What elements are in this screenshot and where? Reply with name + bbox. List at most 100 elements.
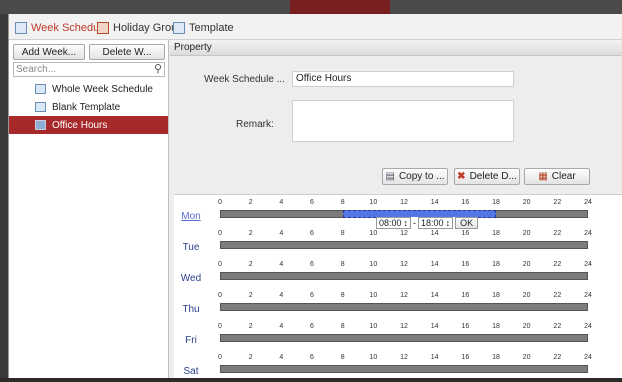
hour-tick-label: 14: [430, 261, 439, 268]
hour-tick-label: 8: [340, 261, 345, 268]
delete-duration-label: Delete D...: [469, 171, 517, 182]
hour-tick-label: 18: [492, 199, 500, 206]
time-bar[interactable]: [220, 303, 588, 311]
hour-tick-label: 14: [430, 354, 439, 361]
spinner-icon[interactable]: ↕: [446, 218, 451, 228]
hour-tick-label: 10: [369, 261, 378, 268]
time-ruler: 0 2 4 6 8 10 12 14 16 18 20 22 24: [218, 261, 592, 289]
remark-input[interactable]: [292, 100, 514, 142]
time-bar[interactable]: [220, 272, 588, 280]
schedule-icon: [35, 120, 46, 130]
hour-tick-label: 6: [310, 292, 314, 299]
hour-tick-label: 8: [340, 230, 345, 237]
search-placeholder: Search...: [16, 64, 57, 75]
remark-label: Remark:: [236, 119, 274, 130]
calendar-icon: [15, 22, 27, 34]
clear-button[interactable]: ▦ Clear: [524, 168, 590, 185]
hour-tick-label: 4: [279, 230, 284, 237]
start-time-value: 08:00: [379, 218, 402, 228]
hour-tick-label: 14: [430, 323, 439, 330]
delete-week-button[interactable]: Delete W...: [89, 44, 165, 60]
hour-tick-label: 10: [369, 323, 378, 330]
day-row-wed: Wed 0 2 4 6 8 10 12 14 16 18 20 22 24: [174, 259, 622, 289]
hour-tick-label: 16: [461, 230, 470, 237]
delete-icon: ✖: [457, 171, 466, 182]
hour-tick-label: 20: [522, 323, 531, 330]
day-label-tue[interactable]: Tue: [174, 242, 208, 253]
hour-tick-label: 18: [492, 354, 500, 361]
time-bar[interactable]: [220, 241, 588, 249]
hour-tick-label: 18: [492, 292, 500, 299]
hour-tick-label: 22: [553, 323, 562, 330]
property-panel: Property Week Schedule ... Office Hours …: [170, 40, 622, 378]
hour-tick-label: 12: [400, 354, 408, 361]
schedule-tree: Whole Week Schedule Blank Template Offic…: [9, 80, 168, 134]
hour-tick-label: 20: [522, 199, 531, 206]
time-ruler: 0 2 4 6 8 10 12 14 16 18 20 22 24: [218, 292, 592, 320]
hour-tick-label: 6: [310, 354, 314, 361]
hour-tick-label: 8: [340, 292, 345, 299]
hour-tick-label: 16: [461, 199, 470, 206]
hour-tick-label: 22: [553, 261, 562, 268]
week-schedule-label: Week Schedule ...: [204, 74, 285, 85]
day-label-mon[interactable]: Mon: [174, 211, 208, 222]
hour-tick-label: 2: [248, 261, 253, 268]
tab-holiday-group[interactable]: Holiday Group: [97, 18, 183, 38]
hour-tick-label: 24: [584, 354, 592, 361]
day-label-fri[interactable]: Fri: [174, 335, 208, 346]
hour-tick-label: 4: [279, 323, 284, 330]
hour-tick-label: 0: [218, 230, 222, 237]
time-bar[interactable]: [220, 334, 588, 342]
copy-to-button[interactable]: ▤ Copy to ...: [382, 168, 448, 185]
spinner-icon[interactable]: ↕: [404, 218, 409, 228]
hour-tick-label: 24: [584, 261, 592, 268]
day-label-thu[interactable]: Thu: [174, 304, 208, 315]
tab-template[interactable]: Template: [173, 18, 234, 38]
schedule-list-panel: Add Week... Delete W... Search... ⚲ Whol…: [9, 40, 169, 378]
search-input[interactable]: Search... ⚲: [13, 62, 165, 77]
tab-bar: Week Schedule Holiday Group Template: [9, 14, 622, 40]
tab-week-schedule[interactable]: Week Schedule: [15, 18, 108, 38]
hour-tick-label: 12: [400, 292, 408, 299]
day-row-thu: Thu 0 2 4 6 8 10 12 14 16 18 20 22 24: [174, 290, 622, 320]
week-schedule-name-input[interactable]: Office Hours: [292, 71, 514, 87]
hour-tick-label: 16: [461, 323, 470, 330]
hour-tick-label: 22: [553, 354, 562, 361]
hour-tick-label: 22: [553, 292, 562, 299]
tree-item-whole-week[interactable]: Whole Week Schedule: [9, 80, 168, 98]
hour-tick-label: 4: [279, 199, 284, 206]
hour-tick-label: 0: [218, 354, 222, 361]
hour-tick-label: 12: [400, 261, 408, 268]
end-time-value: 18:00: [421, 218, 444, 228]
time-ruler: 0 2 4 6 8 10 12 14 16 18 20 22 24: [218, 323, 592, 351]
hour-tick-label: 2: [248, 199, 253, 206]
delete-duration-button[interactable]: ✖ Delete D...: [454, 168, 520, 185]
trash-icon: ▦: [538, 171, 548, 182]
tree-item-label: Blank Template: [52, 101, 121, 113]
list-button-row: Add Week... Delete W...: [13, 44, 165, 60]
tree-item-label: Whole Week Schedule: [52, 83, 153, 95]
hour-tick-label: 24: [584, 199, 592, 206]
hour-tick-label: 20: [522, 230, 531, 237]
hour-tick-label: 10: [369, 292, 378, 299]
schedule-grid: Mon 0 2 4 6 8 10 12 14 16 18 20 22 24 08:00 ↕ -18:00 ↕ OK T…: [174, 194, 622, 378]
hour-tick-label: 0: [218, 199, 222, 206]
hour-tick-label: 2: [248, 323, 253, 330]
hour-tick-label: 4: [279, 292, 284, 299]
hour-tick-label: 14: [430, 292, 439, 299]
day-label-wed[interactable]: Wed: [174, 273, 208, 284]
tab-template-label: Template: [189, 22, 234, 34]
schedule-window: Week Schedule Holiday Group Template Add…: [8, 14, 622, 378]
hour-tick-label: 14: [430, 230, 439, 237]
hour-tick-label: 4: [279, 354, 284, 361]
day-row-fri: Fri 0 2 4 6 8 10 12 14 16 18 20 22 24: [174, 321, 622, 351]
time-ruler: 0 2 4 6 8 10 12 14 16 18 20 22 24 08:00 ↕ -18:00 ↕ OK: [218, 199, 592, 229]
search-icon[interactable]: ⚲: [154, 63, 162, 76]
tree-item-office-hours[interactable]: Office Hours: [9, 116, 168, 134]
hour-tick-label: 10: [369, 230, 378, 237]
add-week-button[interactable]: Add Week...: [13, 44, 85, 60]
hour-tick-label: 2: [248, 292, 253, 299]
tree-item-blank-template[interactable]: Blank Template: [9, 98, 168, 116]
time-bar[interactable]: [220, 365, 588, 373]
day-label-sat[interactable]: Sat: [174, 366, 208, 377]
